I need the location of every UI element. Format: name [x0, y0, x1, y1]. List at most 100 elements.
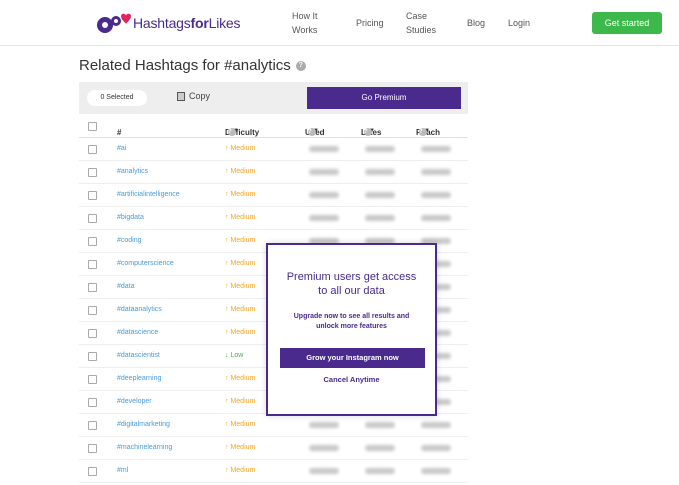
hashtag-link[interactable]: #deeplearning — [117, 375, 161, 382]
hashtag-link[interactable]: #ml — [117, 467, 128, 474]
row-checkbox[interactable] — [88, 444, 97, 453]
difficulty-value: ↓ Low — [225, 352, 244, 359]
row-checkbox[interactable] — [88, 191, 97, 200]
hashtag-link[interactable]: #dataanalytics — [117, 306, 162, 313]
hashtag-link[interactable]: #datascience — [117, 329, 158, 336]
row-checkbox[interactable] — [88, 352, 97, 361]
help-icon[interactable]: ? — [295, 60, 306, 71]
likes-value-blurred — [365, 146, 395, 152]
row-checkbox[interactable] — [88, 467, 97, 476]
selected-count-badge: 0 Selected — [87, 90, 147, 106]
hashtag-link[interactable]: #coding — [117, 237, 142, 244]
difficulty-arrow-icon: ↑ — [225, 444, 229, 451]
likes-value-blurred — [365, 169, 395, 175]
row-checkbox[interactable] — [88, 214, 97, 223]
row-checkbox[interactable] — [88, 283, 97, 292]
difficulty-value: ↑ Medium — [225, 260, 256, 267]
hashtag-link[interactable]: #ai — [117, 145, 126, 152]
difficulty-arrow-icon: ↑ — [225, 306, 229, 313]
hashtag-link[interactable]: #bigdata — [117, 214, 144, 221]
copy-button[interactable]: Copy — [177, 91, 210, 101]
row-checkbox[interactable] — [88, 329, 97, 338]
row-checkbox[interactable] — [88, 145, 97, 154]
difficulty-arrow-icon: ↑ — [225, 398, 229, 405]
used-value-blurred — [309, 468, 339, 474]
help-icon[interactable]: ? — [419, 128, 427, 136]
difficulty-value: ↑ Medium — [225, 306, 256, 313]
difficulty-value: ↑ Medium — [225, 421, 256, 428]
table-row: #ai ↑ Medium — [79, 138, 468, 161]
row-checkbox[interactable] — [88, 168, 97, 177]
table-toolbar: 0 Selected Copy Go Premium — [79, 82, 468, 114]
difficulty-arrow-icon: ↑ — [225, 145, 229, 152]
site-header: HashtagsforLikes How It Works Pricing Cas… — [0, 0, 679, 46]
premium-modal: Premium users get access to all our data… — [266, 243, 437, 416]
difficulty-arrow-icon: ↑ — [225, 191, 229, 198]
hashtag-link[interactable]: #datascientist — [117, 352, 160, 359]
row-checkbox[interactable] — [88, 375, 97, 384]
help-icon[interactable]: ? — [228, 128, 236, 136]
row-checkbox[interactable] — [88, 421, 97, 430]
table-row: #ml ↑ Medium — [79, 460, 468, 483]
get-started-button[interactable]: Get started — [592, 12, 662, 34]
page-title-text: Related Hashtags for #analytics — [79, 57, 291, 74]
reach-value-blurred — [421, 422, 451, 428]
hashtag-link[interactable]: #computerscience — [117, 260, 174, 267]
likes-value-blurred — [365, 192, 395, 198]
copy-label: Copy — [189, 91, 211, 101]
go-premium-button[interactable]: Go Premium — [307, 87, 461, 109]
reach-value-blurred — [421, 169, 451, 175]
hashtag-link[interactable]: #artificialintelligence — [117, 191, 180, 198]
used-value-blurred — [309, 192, 339, 198]
logo-icon — [97, 13, 131, 33]
copy-icon — [177, 91, 185, 101]
logo-text: HashtagsforLikes — [133, 15, 241, 31]
difficulty-arrow-icon: ↑ — [225, 467, 229, 474]
page-title: Related Hashtags for #analytics ? — [79, 57, 306, 74]
difficulty-value: ↑ Medium — [225, 398, 256, 405]
table-row: #machinelearning ↑ Medium — [79, 437, 468, 460]
used-value-blurred — [309, 422, 339, 428]
hashtag-link[interactable]: #developer — [117, 398, 152, 405]
used-value-blurred — [309, 146, 339, 152]
row-checkbox[interactable] — [88, 260, 97, 269]
nav-case-studies[interactable]: Case Studies — [406, 9, 436, 37]
reach-value-blurred — [421, 215, 451, 221]
difficulty-arrow-icon: ↑ — [225, 375, 229, 382]
nav-pricing[interactable]: Pricing — [356, 16, 384, 30]
table-header: # Difficulty▲▼? Used▲▼? Likes▲▼? Reach▲▼… — [79, 116, 468, 138]
grow-instagram-button[interactable]: Grow your Instagram now — [280, 348, 425, 368]
cancel-anytime-link[interactable]: Cancel Anytime — [268, 375, 435, 384]
difficulty-arrow-icon: ↑ — [225, 214, 229, 221]
row-checkbox[interactable] — [88, 237, 97, 246]
reach-value-blurred — [421, 192, 451, 198]
nav-login[interactable]: Login — [508, 16, 530, 30]
modal-subtitle: Upgrade now to see all results and unloc… — [293, 313, 410, 330]
difficulty-value: ↑ Medium — [225, 467, 256, 474]
modal-title: Premium users get access to all our data — [286, 271, 417, 297]
difficulty-value: ↑ Medium — [225, 145, 256, 152]
row-checkbox[interactable] — [88, 398, 97, 407]
nav-blog[interactable]: Blog — [467, 16, 485, 30]
difficulty-value: ↑ Medium — [225, 444, 256, 451]
logo[interactable]: HashtagsforLikes — [95, 10, 240, 36]
difficulty-value: ↑ Medium — [225, 283, 256, 290]
help-icon[interactable]: ? — [308, 128, 316, 136]
hashtag-link[interactable]: #digitalmarketing — [117, 421, 170, 428]
select-all-checkbox[interactable] — [88, 122, 97, 131]
reach-value-blurred — [421, 146, 451, 152]
nav-how-it-works[interactable]: How It Works — [292, 9, 318, 37]
row-checkbox[interactable] — [88, 306, 97, 315]
hashtag-link[interactable]: #machinelearning — [117, 444, 172, 451]
table-row: #digitalmarketing ↑ Medium — [79, 414, 468, 437]
table-row: #bigdata ↑ Medium — [79, 207, 468, 230]
help-icon[interactable]: ? — [364, 128, 372, 136]
hashtag-link[interactable]: #analytics — [117, 168, 148, 175]
difficulty-arrow-icon: ↑ — [225, 237, 229, 244]
likes-value-blurred — [365, 468, 395, 474]
difficulty-value: ↑ Medium — [225, 237, 256, 244]
reach-value-blurred — [421, 445, 451, 451]
difficulty-arrow-icon: ↓ — [225, 352, 229, 359]
hashtag-link[interactable]: #data — [117, 283, 135, 290]
difficulty-value: ↑ Medium — [225, 214, 256, 221]
